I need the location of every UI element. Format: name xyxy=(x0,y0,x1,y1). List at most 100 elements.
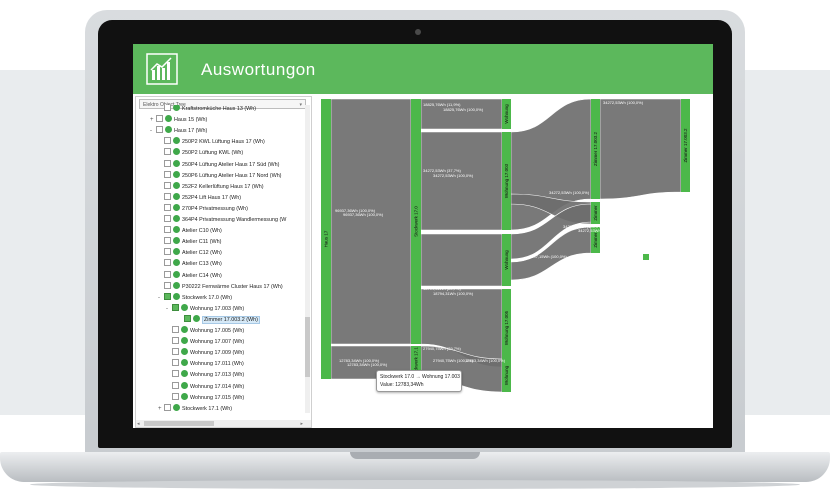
tree-item-checkbox[interactable] xyxy=(164,215,171,223)
tree-item-checkbox[interactable] xyxy=(156,126,163,134)
tree-item[interactable]: 250P6 Lüftung Atelier Haus 17 Nord (Wh) xyxy=(158,170,282,182)
tree-item-checkbox[interactable] xyxy=(164,148,171,156)
scroll-right-icon[interactable]: ▸ xyxy=(300,421,303,427)
tree-item-checkbox[interactable] xyxy=(164,105,171,112)
tree-item[interactable]: Wohnung 17.014 (Wh) xyxy=(166,381,244,393)
tree-item-checkbox[interactable] xyxy=(184,314,191,322)
meter-node-icon xyxy=(181,303,188,311)
tree-item[interactable]: Wohnung 17.009 (Wh) xyxy=(166,348,244,359)
meter-node-icon xyxy=(173,292,180,300)
sankey-node[interactable] xyxy=(643,254,649,260)
sankey-link[interactable] xyxy=(330,98,412,345)
sankey-link[interactable] xyxy=(420,233,503,287)
sankey-link[interactable] xyxy=(420,131,503,231)
app-screen: Auswortungon Elektro Object Tree ▾ Kraft… xyxy=(133,44,713,428)
tree-item[interactable]: Wohnung 17.005 (Wh) xyxy=(166,326,244,337)
bar-chart-icon xyxy=(146,53,178,85)
tree-item[interactable]: 250P2 Lüftung KWL (Wh) xyxy=(158,148,243,159)
tree-item[interactable]: P30222 Fernwärme Cluster Haus 17 (Wh) xyxy=(158,281,283,293)
meter-node-icon xyxy=(173,137,180,145)
meter-node-icon xyxy=(181,337,188,345)
tree-item-checkbox[interactable] xyxy=(164,237,171,245)
tree-item-checkbox[interactable] xyxy=(164,259,171,267)
tree-item[interactable]: Atelier C14 (Wh) xyxy=(158,270,222,282)
tree-item-checkbox[interactable] xyxy=(164,181,171,189)
tree-item[interactable]: Wohnung 17.007 (Wh) xyxy=(166,337,244,348)
tree-horizontal-scroll-thumb[interactable] xyxy=(144,421,214,426)
tree-item-checkbox[interactable] xyxy=(164,137,171,145)
tree-item[interactable]: - Wohnung 17.003 (Wh) xyxy=(166,303,244,315)
sankey-link[interactable] xyxy=(599,98,682,200)
tree-item[interactable]: Kraftstromküche Haus 13 (Wh) xyxy=(158,105,256,115)
sankey-node-label: Zimmer xyxy=(593,205,598,221)
tree-item-checkbox[interactable] xyxy=(172,303,179,311)
tree-item-checkbox[interactable] xyxy=(164,192,171,200)
sankey-link-label: 34272,53Wh (100,0%) xyxy=(549,190,590,195)
sankey-link-label: 34272,53Wh (100,0%) xyxy=(578,228,619,233)
tree-item-label: Stockwerk 17.0 (Wh) xyxy=(182,294,233,301)
tree-item-checkbox[interactable] xyxy=(164,170,171,178)
tree-item-checkbox[interactable] xyxy=(172,337,179,345)
tree-item[interactable]: Atelier C11 (Wh) xyxy=(158,237,221,248)
tree-item[interactable]: Atelier C13 (Wh) xyxy=(158,259,222,270)
tree-item[interactable]: 250P4 Lüftung Atelier Haus 17 Süd (Wh) xyxy=(158,159,279,171)
tree-item-label: Atelier C14 (Wh) xyxy=(182,272,222,279)
sankey-node-label: Zimmer xyxy=(593,232,598,248)
page-title: Auswortungon xyxy=(201,60,316,79)
tree-item-checkbox[interactable] xyxy=(164,270,171,278)
tree-horizontal-scrollbar[interactable]: ◂ ▸ xyxy=(136,420,311,427)
sankey-link-label: 12783,34Wh (100,0%) xyxy=(465,358,506,363)
tree-vertical-scroll-thumb[interactable] xyxy=(305,317,310,377)
tree-item[interactable]: - Haus 17 (Wh) xyxy=(150,126,207,137)
tree-item[interactable]: 252F2 Kellerlüftung Haus 17 (Wh) xyxy=(158,181,264,193)
tree-item-label: 250P6 Lüftung Atelier Haus 17 Nord (Wh) xyxy=(182,172,282,179)
tree-item-checkbox[interactable] xyxy=(172,326,179,334)
tree-item[interactable]: 364P4 Privatmessung Wandlermessung (W xyxy=(158,215,286,226)
tree-item-label: 252P4 Lift Haus 17 (Wh) xyxy=(182,194,242,201)
tree-item-label: P30222 Fernwärme Cluster Haus 17 (Wh) xyxy=(182,283,283,290)
scroll-left-icon[interactable]: ◂ xyxy=(137,421,140,427)
tree-item[interactable]: 252P4 Lift Haus 17 (Wh) xyxy=(158,192,242,204)
object-tree-panel: Elektro Object Tree ▾ Kraftstromküche Ha… xyxy=(135,96,312,428)
tree-item-checkbox[interactable] xyxy=(164,159,171,167)
sankey-link-label: 12783,34Wh (100,0%) xyxy=(347,362,388,367)
meter-node-icon xyxy=(173,259,180,267)
tree-item[interactable]: 250P2 KWL Lüftung Haus 17 (Wh) xyxy=(158,137,265,148)
tree-item[interactable]: - Stockwerk 17.0 (Wh) xyxy=(158,292,233,304)
tree-item[interactable]: + Stockwerk 17.1 (Wh) xyxy=(158,403,232,413)
sankey-node-label: Zimmer 17.003.2 xyxy=(683,128,688,163)
tree-item-checkbox[interactable] xyxy=(164,248,171,256)
tree-item[interactable]: + Haus 15 (Wh) xyxy=(150,115,207,126)
tree-item-checkbox[interactable] xyxy=(164,226,171,234)
meter-node-icon xyxy=(173,181,180,189)
tree-item-checkbox[interactable] xyxy=(172,381,179,389)
sankey-link-label: 9397,15Wh (100,0%) xyxy=(529,254,567,259)
tree-item-label: Wohnung 17.015 (Wh) xyxy=(190,394,245,401)
meter-node-icon xyxy=(173,170,180,178)
meter-node-icon xyxy=(181,392,188,400)
tree-item-checkbox[interactable] xyxy=(156,115,163,123)
sankey-node-label: Wohnung xyxy=(504,104,509,124)
tree-item-checkbox[interactable] xyxy=(172,359,179,367)
sankey-node-label: Wohnung xyxy=(504,250,509,270)
sankey-link-label: 96937,36Wh (100,0%) xyxy=(343,212,384,217)
tree-item-checkbox[interactable] xyxy=(164,403,171,411)
tree-item-checkbox[interactable] xyxy=(164,203,171,211)
tree-item-checkbox[interactable] xyxy=(172,370,179,378)
meter-node-icon xyxy=(165,115,172,123)
tree-item-checkbox[interactable] xyxy=(164,292,171,300)
tree-item-label: Zimmer 17.003.2 (Wh) xyxy=(202,315,260,324)
tree-item[interactable]: Wohnung 17.013 (Wh) xyxy=(166,370,244,381)
meter-node-icon xyxy=(173,237,180,245)
tree-item-label: Haus 15 (Wh) xyxy=(174,117,208,124)
tree-item[interactable]: Atelier C10 (Wh) xyxy=(158,226,222,237)
tree-item[interactable]: 270P4 Privatmessung (Wh) xyxy=(158,203,248,215)
tree-item-checkbox[interactable] xyxy=(172,348,179,356)
tree-item[interactable]: Zimmer 17.003.2 (Wh) xyxy=(178,314,260,326)
tree-item[interactable]: Atelier C12 (Wh) xyxy=(158,248,222,259)
tree-item-checkbox[interactable] xyxy=(172,392,179,400)
tree-item-checkbox[interactable] xyxy=(164,281,171,289)
tree-item[interactable]: Wohnung 17.011 (Wh) xyxy=(166,359,244,370)
tree-item-label: Atelier C12 (Wh) xyxy=(182,250,222,257)
tree-item[interactable]: Wohnung 17.015 (Wh) xyxy=(166,392,245,404)
